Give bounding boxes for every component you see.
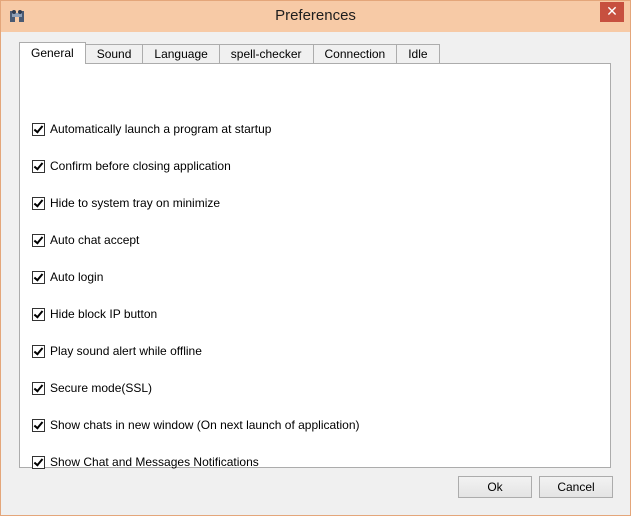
title-bar[interactable]: Preferences ✕ [1, 1, 630, 32]
option-label: Show chats in new window (On next launch… [50, 418, 360, 432]
option-label: Auto login [50, 270, 104, 284]
general-tab-panel: Automatically launch a program at startu… [19, 63, 611, 470]
tab-strip: General Sound Language spell-checker Con… [19, 42, 440, 64]
sound-offline-checkbox[interactable] [32, 344, 45, 358]
option-label: Auto chat accept [50, 233, 140, 247]
option-label: Automatically launch a program at startu… [50, 122, 272, 136]
option-secure-mode[interactable]: Secure mode(SSL) [32, 380, 152, 396]
confirm-close-checkbox[interactable] [32, 159, 45, 173]
option-hide-block-ip[interactable]: Hide block IP button [32, 306, 157, 322]
close-icon: ✕ [606, 3, 618, 19]
tab-spell-checker[interactable]: spell-checker [218, 44, 314, 63]
close-button[interactable]: ✕ [600, 2, 624, 22]
option-sound-offline[interactable]: Play sound alert while offline [32, 343, 202, 359]
option-auto-chat-accept[interactable]: Auto chat accept [32, 232, 139, 248]
tab-sound[interactable]: Sound [84, 44, 144, 63]
notifications-checkbox[interactable] [32, 455, 45, 469]
option-auto-login[interactable]: Auto login [32, 269, 103, 285]
secure-mode-checkbox[interactable] [32, 381, 45, 395]
auto-chat-accept-checkbox[interactable] [32, 233, 45, 247]
tab-language[interactable]: Language [142, 44, 220, 63]
option-notifications[interactable]: Show Chat and Messages Notifications [32, 454, 259, 470]
chats-new-window-checkbox[interactable] [32, 418, 45, 432]
option-label: Hide to system tray on minimize [50, 196, 221, 210]
option-label: Secure mode(SSL) [50, 381, 153, 395]
option-label: Play sound alert while offline [50, 344, 202, 358]
option-label: Confirm before closing application [50, 159, 231, 173]
hide-block-ip-checkbox[interactable] [32, 307, 45, 321]
option-confirm-close[interactable]: Confirm before closing application [32, 158, 231, 174]
preferences-window: Preferences ✕ General Sound Language spe… [0, 0, 631, 516]
tab-general[interactable]: General [19, 42, 86, 64]
option-auto-launch[interactable]: Automatically launch a program at startu… [32, 121, 271, 137]
auto-launch-checkbox[interactable] [32, 122, 45, 136]
tab-idle[interactable]: Idle [396, 44, 440, 63]
cancel-button[interactable]: Cancel [539, 476, 613, 498]
option-label: Hide block IP button [50, 307, 158, 321]
hide-to-tray-checkbox[interactable] [32, 196, 45, 210]
option-hide-to-tray[interactable]: Hide to system tray on minimize [32, 195, 220, 211]
window-title: Preferences [275, 7, 356, 24]
ok-button[interactable]: Ok [458, 476, 532, 498]
option-chats-new-window[interactable]: Show chats in new window (On next launch… [32, 417, 360, 433]
dialog-body: General Sound Language spell-checker Con… [8, 32, 623, 510]
option-label: Show Chat and Messages Notifications [50, 455, 259, 469]
auto-login-checkbox[interactable] [32, 270, 45, 284]
tab-connection[interactable]: Connection [312, 44, 398, 63]
